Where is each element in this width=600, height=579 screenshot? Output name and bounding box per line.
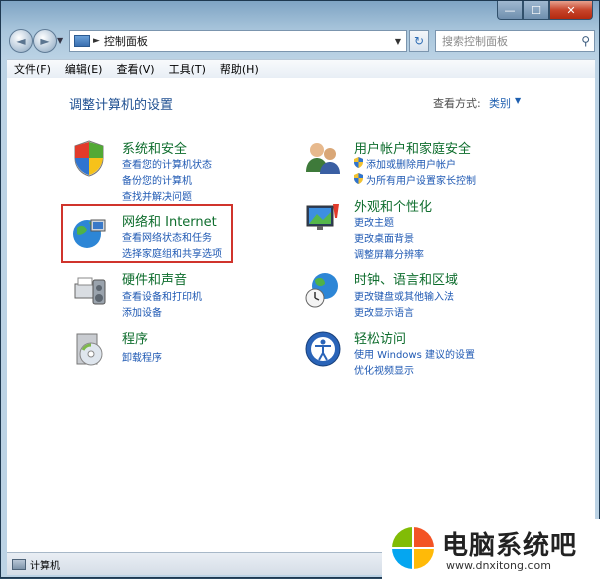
link-view-computer-status[interactable]: 查看您的计算机状态 xyxy=(122,156,212,171)
address-dropdown-icon[interactable]: ▼ xyxy=(395,37,401,46)
forward-button[interactable]: ► xyxy=(33,29,57,53)
menu-tools[interactable]: 工具(T) xyxy=(162,61,213,77)
navigation-bar: ◄ ► ▼ ► 控制面板 ▼ ↻ 搜索控制面板 ⚲ xyxy=(7,27,595,57)
menu-bar: 文件(F) 编辑(E) 查看(V) 工具(T) 帮助(H) xyxy=(7,59,595,79)
uac-shield-icon xyxy=(354,157,363,168)
link-backup-computer[interactable]: 备份您的计算机 xyxy=(122,172,192,187)
category-user-accounts[interactable]: 用户帐户和家庭安全 xyxy=(354,138,471,157)
monitor-paint-icon[interactable] xyxy=(303,198,343,238)
content-pane: 调整计算机的设置 查看方式: 类别 ▼ 系统和安全 查看您的计算机状态 备份您的… xyxy=(7,78,595,552)
maximize-button[interactable]: ☐ xyxy=(523,1,549,20)
program-disk-icon[interactable] xyxy=(69,330,109,370)
close-button[interactable]: ✕ xyxy=(549,1,593,20)
link-add-device[interactable]: 添加设备 xyxy=(122,304,162,319)
link-add-remove-accounts[interactable]: 添加或删除用户帐户 xyxy=(366,156,456,171)
status-text: 计算机 xyxy=(30,560,60,572)
category-programs[interactable]: 程序 xyxy=(122,328,148,347)
windows-logo-icon xyxy=(392,527,434,569)
page-title: 调整计算机的设置 xyxy=(69,98,174,113)
link-devices-printers[interactable]: 查看设备和打印机 xyxy=(122,288,202,303)
address-bar[interactable]: ► 控制面板 ▼ xyxy=(69,30,407,52)
watermark-url: www.dnxitong.com xyxy=(446,559,551,572)
link-change-input-method[interactable]: 更改键盘或其他输入法 xyxy=(354,288,454,303)
caption-buttons: — ☐ ✕ xyxy=(497,1,593,20)
refresh-icon: ↻ xyxy=(413,34,425,48)
control-panel-window: — ☐ ✕ ◄ ► ▼ ► 控制面板 ▼ ↻ 搜索控制面板 ⚲ 文件(F) 编辑… xyxy=(0,0,600,579)
uac-shield-icon xyxy=(354,173,363,184)
clock-globe-icon[interactable] xyxy=(303,270,343,310)
search-icon[interactable]: ⚲ xyxy=(581,34,590,48)
menu-help[interactable]: 帮助(H) xyxy=(213,61,266,77)
back-button[interactable]: ◄ xyxy=(9,29,33,53)
link-optimize-video-display[interactable]: 优化视频显示 xyxy=(354,362,414,377)
refresh-button[interactable]: ↻ xyxy=(409,30,429,52)
link-change-desktop-background[interactable]: 更改桌面背景 xyxy=(354,230,414,245)
highlight-box xyxy=(61,204,233,263)
users-icon[interactable] xyxy=(303,138,343,178)
category-appearance[interactable]: 外观和个性化 xyxy=(354,196,432,215)
breadcrumb-arrow-icon[interactable]: ► xyxy=(93,36,100,46)
category-ease-of-access[interactable]: 轻松访问 xyxy=(354,328,406,347)
address-text: 控制面板 xyxy=(103,35,148,48)
menu-file[interactable]: 文件(F) xyxy=(7,61,58,77)
link-change-display-language[interactable]: 更改显示语言 xyxy=(354,304,414,319)
category-hardware-sound[interactable]: 硬件和声音 xyxy=(122,269,187,288)
printer-speaker-icon[interactable] xyxy=(69,270,109,310)
ease-of-access-icon[interactable] xyxy=(303,329,343,369)
link-recommended-settings[interactable]: 使用 Windows 建议的设置 xyxy=(354,346,475,361)
link-adjust-resolution[interactable]: 调整屏幕分辨率 xyxy=(354,246,424,261)
watermark-name: 电脑系统吧 xyxy=(442,531,578,561)
search-input[interactable]: 搜索控制面板 ⚲ xyxy=(435,30,595,52)
link-find-fix-problems[interactable]: 查找并解决问题 xyxy=(122,188,192,203)
link-parental-controls[interactable]: 为所有用户设置家长控制 xyxy=(366,172,476,187)
view-by-label: 查看方式: xyxy=(433,97,481,110)
view-by-dropdown-icon[interactable]: ▼ xyxy=(515,96,521,105)
menu-view[interactable]: 查看(V) xyxy=(109,61,161,77)
shield-icon[interactable] xyxy=(69,138,109,178)
link-change-theme[interactable]: 更改主题 xyxy=(354,214,394,229)
view-by-dropdown[interactable]: 类别 xyxy=(489,95,511,111)
category-system-security[interactable]: 系统和安全 xyxy=(122,138,187,157)
minimize-button[interactable]: — xyxy=(497,1,523,20)
link-uninstall-program[interactable]: 卸载程序 xyxy=(122,349,162,364)
watermark: 电脑系统吧 www.dnxitong.com xyxy=(382,519,600,579)
category-clock-language-region[interactable]: 时钟、语言和区域 xyxy=(354,269,458,288)
menu-edit[interactable]: 编辑(E) xyxy=(58,61,110,77)
control-panel-icon xyxy=(74,35,90,47)
computer-icon xyxy=(12,558,26,570)
search-placeholder: 搜索控制面板 xyxy=(442,35,508,48)
recent-pages-dropdown-icon[interactable]: ▼ xyxy=(57,36,63,45)
